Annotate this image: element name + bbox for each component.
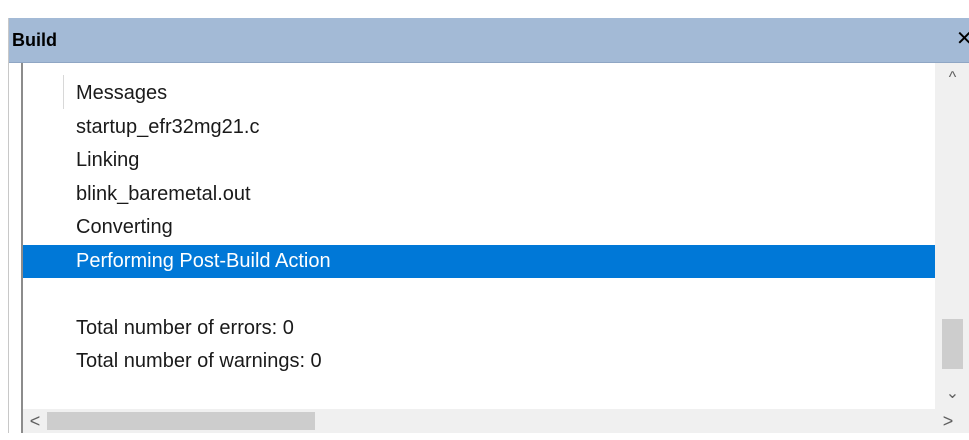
message-row-selected[interactable]: Performing Post-Build Action <box>23 244 937 278</box>
messages-list[interactable]: Messages startup_efr32mg21.c Linking bli… <box>21 63 937 409</box>
message-row[interactable]: Linking <box>23 144 937 178</box>
scroll-up-icon[interactable]: ^ <box>935 63 969 93</box>
vertical-scrollbar[interactable]: ^ ⌄ <box>935 63 969 409</box>
scroll-down-icon[interactable]: ⌄ <box>935 379 969 409</box>
horizontal-scrollbar[interactable]: < > <box>21 409 969 433</box>
horizontal-scroll-thumb[interactable] <box>47 412 315 430</box>
build-titlebar: Build ✕ <box>9 18 969 63</box>
scroll-right-icon[interactable]: > <box>936 409 960 433</box>
build-panel: Build ✕ Messages startup_efr32mg21.c Lin… <box>8 18 969 433</box>
message-row-warning-count[interactable]: Total number of warnings: 0 <box>23 345 937 379</box>
panel-title: Build <box>12 30 57 50</box>
message-row[interactable]: startup_efr32mg21.c <box>23 111 937 145</box>
scroll-left-icon[interactable]: < <box>23 409 47 433</box>
messages-column-header[interactable]: Messages <box>23 77 937 111</box>
close-icon[interactable]: ✕ <box>956 26 969 52</box>
vertical-scroll-thumb[interactable] <box>942 319 963 369</box>
message-row[interactable]: Converting <box>23 211 937 245</box>
message-row-error-count[interactable]: Total number of errors: 0 <box>23 312 937 346</box>
message-row[interactable]: blink_baremetal.out <box>23 178 937 212</box>
message-row-blank[interactable] <box>23 278 937 312</box>
